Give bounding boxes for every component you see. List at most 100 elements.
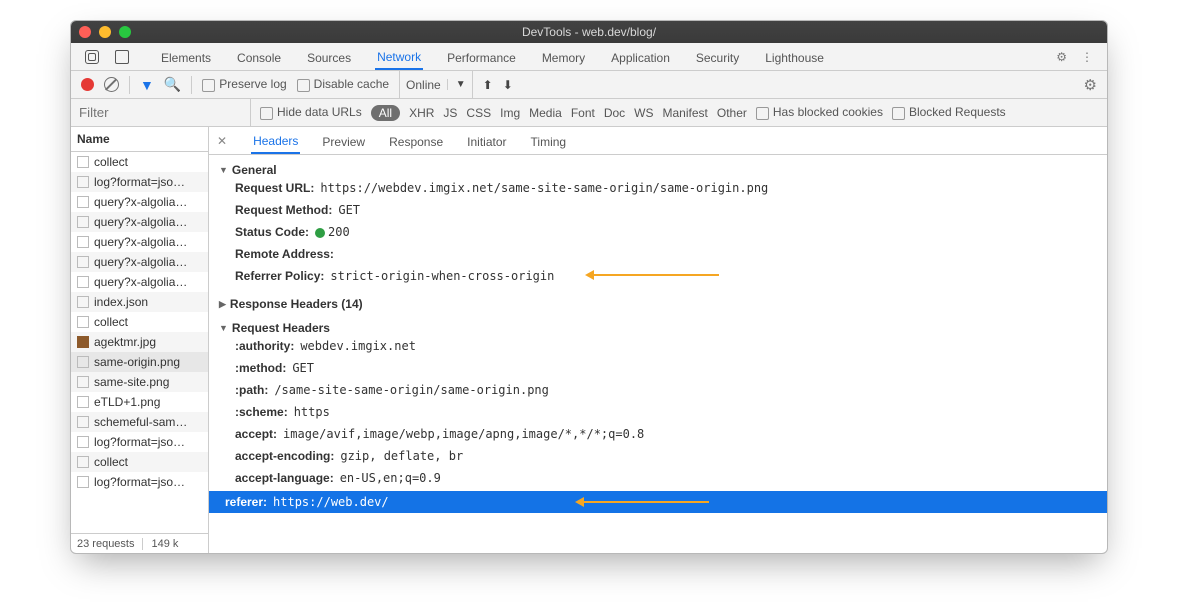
close-window-button[interactable] xyxy=(79,26,91,38)
request-row[interactable]: query?x-algolia… xyxy=(71,252,208,272)
tab-security[interactable]: Security xyxy=(694,45,741,69)
request-row[interactable]: log?format=jso… xyxy=(71,172,208,192)
file-icon xyxy=(77,436,89,448)
filter-manifest[interactable]: Manifest xyxy=(663,106,708,120)
request-row[interactable]: query?x-algolia… xyxy=(71,232,208,252)
accept-language-value: en-US,en;q=0.9 xyxy=(340,471,441,485)
hide-data-urls-checkbox[interactable]: Hide data URLs xyxy=(260,105,362,119)
network-settings-icon[interactable]: ⚙ xyxy=(1084,76,1097,94)
request-row[interactable]: query?x-algolia… xyxy=(71,272,208,292)
throttling-select[interactable]: Online ▼ xyxy=(399,71,473,98)
request-row[interactable]: schemeful-sam… xyxy=(71,412,208,432)
filter-input[interactable] xyxy=(71,99,251,126)
file-icon xyxy=(77,416,89,428)
settings-icon[interactable]: ⚙ xyxy=(1056,50,1067,64)
filter-other[interactable]: Other xyxy=(717,106,747,120)
request-name: collect xyxy=(94,155,128,169)
file-icon xyxy=(77,456,89,468)
file-icon xyxy=(77,276,89,288)
request-name: log?format=jso… xyxy=(94,175,185,189)
authority-value: webdev.imgix.net xyxy=(300,339,416,353)
remote-address-label: Remote Address: xyxy=(235,247,334,261)
status-code-value: 200 xyxy=(315,225,350,239)
clear-button[interactable] xyxy=(104,77,119,92)
tab-timing[interactable]: Timing xyxy=(529,129,569,153)
request-row[interactable]: query?x-algolia… xyxy=(71,192,208,212)
zoom-window-button[interactable] xyxy=(119,26,131,38)
request-row[interactable]: agektmr.jpg xyxy=(71,332,208,352)
referrer-policy-label: Referrer Policy: xyxy=(235,269,324,283)
pseudo-method-value: GET xyxy=(292,361,314,375)
request-name: same-site.png xyxy=(94,375,169,389)
tab-preview[interactable]: Preview xyxy=(320,129,367,153)
filter-font[interactable]: Font xyxy=(571,106,595,120)
request-name: collect xyxy=(94,315,128,329)
close-details-icon[interactable]: ✕ xyxy=(217,134,231,148)
filter-xhr[interactable]: XHR xyxy=(409,106,434,120)
file-icon xyxy=(77,316,89,328)
request-name: index.json xyxy=(94,295,148,309)
request-row[interactable]: same-site.png xyxy=(71,372,208,392)
tab-network[interactable]: Network xyxy=(375,44,423,70)
file-icon xyxy=(77,356,89,368)
tab-initiator[interactable]: Initiator xyxy=(465,129,508,153)
request-row[interactable]: collect xyxy=(71,452,208,472)
tab-performance[interactable]: Performance xyxy=(445,45,518,69)
search-icon[interactable]: 🔍 xyxy=(164,76,181,93)
file-icon xyxy=(77,196,89,208)
request-row[interactable]: same-origin.png xyxy=(71,352,208,372)
filter-doc[interactable]: Doc xyxy=(604,106,625,120)
tab-console[interactable]: Console xyxy=(235,45,283,69)
section-general[interactable]: General xyxy=(219,163,1097,177)
device-toolbar-icon[interactable] xyxy=(115,50,129,64)
tab-headers[interactable]: Headers xyxy=(251,128,300,154)
tab-application[interactable]: Application xyxy=(609,45,672,69)
filter-css[interactable]: CSS xyxy=(466,106,491,120)
download-har-icon[interactable]: ⬇ xyxy=(503,78,513,92)
request-row[interactable]: collect xyxy=(71,152,208,172)
filter-icon[interactable]: ▼ xyxy=(140,78,154,92)
upload-har-icon[interactable]: ⬆ xyxy=(483,78,493,92)
inspect-element-icon[interactable] xyxy=(85,50,99,64)
file-icon xyxy=(77,236,89,248)
request-row[interactable]: log?format=jso… xyxy=(71,432,208,452)
filter-img[interactable]: Img xyxy=(500,106,520,120)
tab-elements[interactable]: Elements xyxy=(159,45,213,69)
window-title: DevTools - web.dev/blog/ xyxy=(71,25,1107,39)
request-row[interactable]: query?x-algolia… xyxy=(71,212,208,232)
tab-response[interactable]: Response xyxy=(387,129,445,153)
request-row[interactable]: collect xyxy=(71,312,208,332)
titlebar: DevTools - web.dev/blog/ xyxy=(71,21,1107,43)
filter-media[interactable]: Media xyxy=(529,106,562,120)
request-row[interactable]: eTLD+1.png xyxy=(71,392,208,412)
status-bar: 23 requests 149 k xyxy=(71,533,208,553)
pseudo-method-label: :method: xyxy=(235,361,286,375)
more-icon[interactable]: ⋮ xyxy=(1081,50,1093,64)
annotation-arrow-icon xyxy=(589,274,719,276)
request-row[interactable]: log?format=jso… xyxy=(71,472,208,492)
filter-js[interactable]: JS xyxy=(443,106,457,120)
file-icon xyxy=(77,396,89,408)
panel-tabs: Elements Console Sources Network Perform… xyxy=(71,43,1107,71)
tab-sources[interactable]: Sources xyxy=(305,45,353,69)
tab-lighthouse[interactable]: Lighthouse xyxy=(763,45,826,69)
filter-all[interactable]: All xyxy=(371,105,400,121)
tab-memory[interactable]: Memory xyxy=(540,45,587,69)
sidebar-header[interactable]: Name xyxy=(71,127,208,152)
request-row[interactable]: index.json xyxy=(71,292,208,312)
blocked-cookies-checkbox[interactable]: Has blocked cookies xyxy=(756,105,883,119)
disable-cache-checkbox[interactable]: Disable cache xyxy=(297,77,389,91)
record-button[interactable] xyxy=(81,78,94,91)
request-name: collect xyxy=(94,455,128,469)
preserve-log-checkbox[interactable]: Preserve log xyxy=(202,77,286,91)
section-request-headers[interactable]: Request Headers xyxy=(219,321,1097,335)
minimize-window-button[interactable] xyxy=(99,26,111,38)
annotation-arrow-icon xyxy=(579,501,709,503)
section-response-headers[interactable]: Response Headers (14) xyxy=(219,297,1097,311)
request-name: log?format=jso… xyxy=(94,435,185,449)
details-panel: ✕ Headers Preview Response Initiator Tim… xyxy=(209,127,1107,553)
devtools-window: DevTools - web.dev/blog/ Elements Consol… xyxy=(70,20,1108,554)
filter-ws[interactable]: WS xyxy=(634,106,653,120)
blocked-requests-checkbox[interactable]: Blocked Requests xyxy=(892,105,1006,119)
request-name: query?x-algolia… xyxy=(94,215,187,229)
